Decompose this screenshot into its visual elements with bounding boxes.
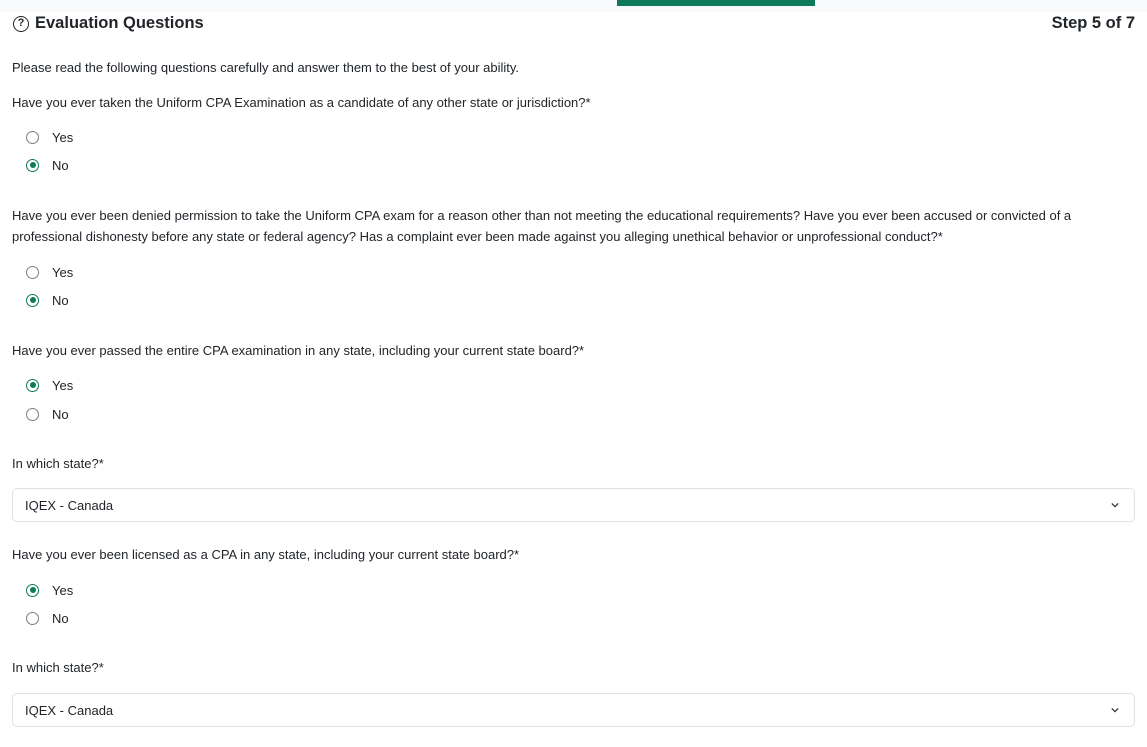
radio-label: No: [52, 610, 69, 626]
question-2-option-no[interactable]: No: [26, 290, 69, 310]
radio-button[interactable]: [26, 407, 39, 421]
step-indicator: Step 5 of 7: [1051, 14, 1135, 32]
question-3-option-no[interactable]: No: [26, 404, 69, 424]
question-1-option-yes[interactable]: Yes: [26, 127, 73, 147]
radio-label: No: [52, 292, 69, 308]
question-3-text: Have you ever passed the entire CPA exam…: [12, 343, 585, 358]
radio-label: No: [52, 157, 69, 173]
chevron-down-icon: [1111, 502, 1119, 508]
radio-label: No: [52, 406, 69, 422]
select-value: IQEX - Canada: [25, 497, 114, 513]
radio-button[interactable]: [26, 265, 39, 279]
radio-label: Yes: [52, 582, 74, 598]
radio-button[interactable]: [26, 130, 39, 144]
section-title: Evaluation Questions: [35, 14, 204, 32]
radio-label: Yes: [52, 377, 74, 393]
progress-step-indicator: [617, 0, 815, 6]
radio-button[interactable]: [26, 611, 39, 625]
section-header: ? Evaluation Questions Step 5 of 7: [12, 13, 1135, 35]
select-value: IQEX - Canada: [25, 702, 114, 718]
question-2-text: Have you ever been denied permission to …: [12, 208, 1072, 244]
question-circle-icon: ?: [13, 16, 29, 32]
radio-button[interactable]: [26, 158, 39, 172]
question-2-option-yes[interactable]: Yes: [26, 262, 73, 282]
intro-text: Please read the following questions care…: [12, 60, 520, 75]
question-4-option-yes[interactable]: Yes: [26, 580, 73, 600]
radio-label: Yes: [52, 129, 74, 145]
radio-label: Yes: [52, 264, 74, 280]
question-3-followup-label: In which state?*: [12, 456, 104, 471]
radio-button[interactable]: [26, 378, 39, 392]
radio-button[interactable]: [26, 293, 39, 307]
radio-button[interactable]: [26, 583, 39, 597]
chevron-down-icon: [1111, 707, 1119, 713]
question-4-text: Have you ever been licensed as a CPA in …: [12, 547, 520, 562]
question-4-followup-label: In which state?*: [12, 660, 104, 675]
question-3-state-select[interactable]: IQEX - Canada: [12, 488, 1135, 522]
question-1-text: Have you ever taken the Uniform CPA Exam…: [12, 95, 591, 110]
top-strip: [0, 0, 1147, 12]
question-4-option-no[interactable]: No: [26, 608, 69, 628]
question-1-option-no[interactable]: No: [26, 155, 69, 175]
question-4-state-select[interactable]: IQEX - Canada: [12, 693, 1135, 727]
question-3-option-yes[interactable]: Yes: [26, 375, 73, 395]
